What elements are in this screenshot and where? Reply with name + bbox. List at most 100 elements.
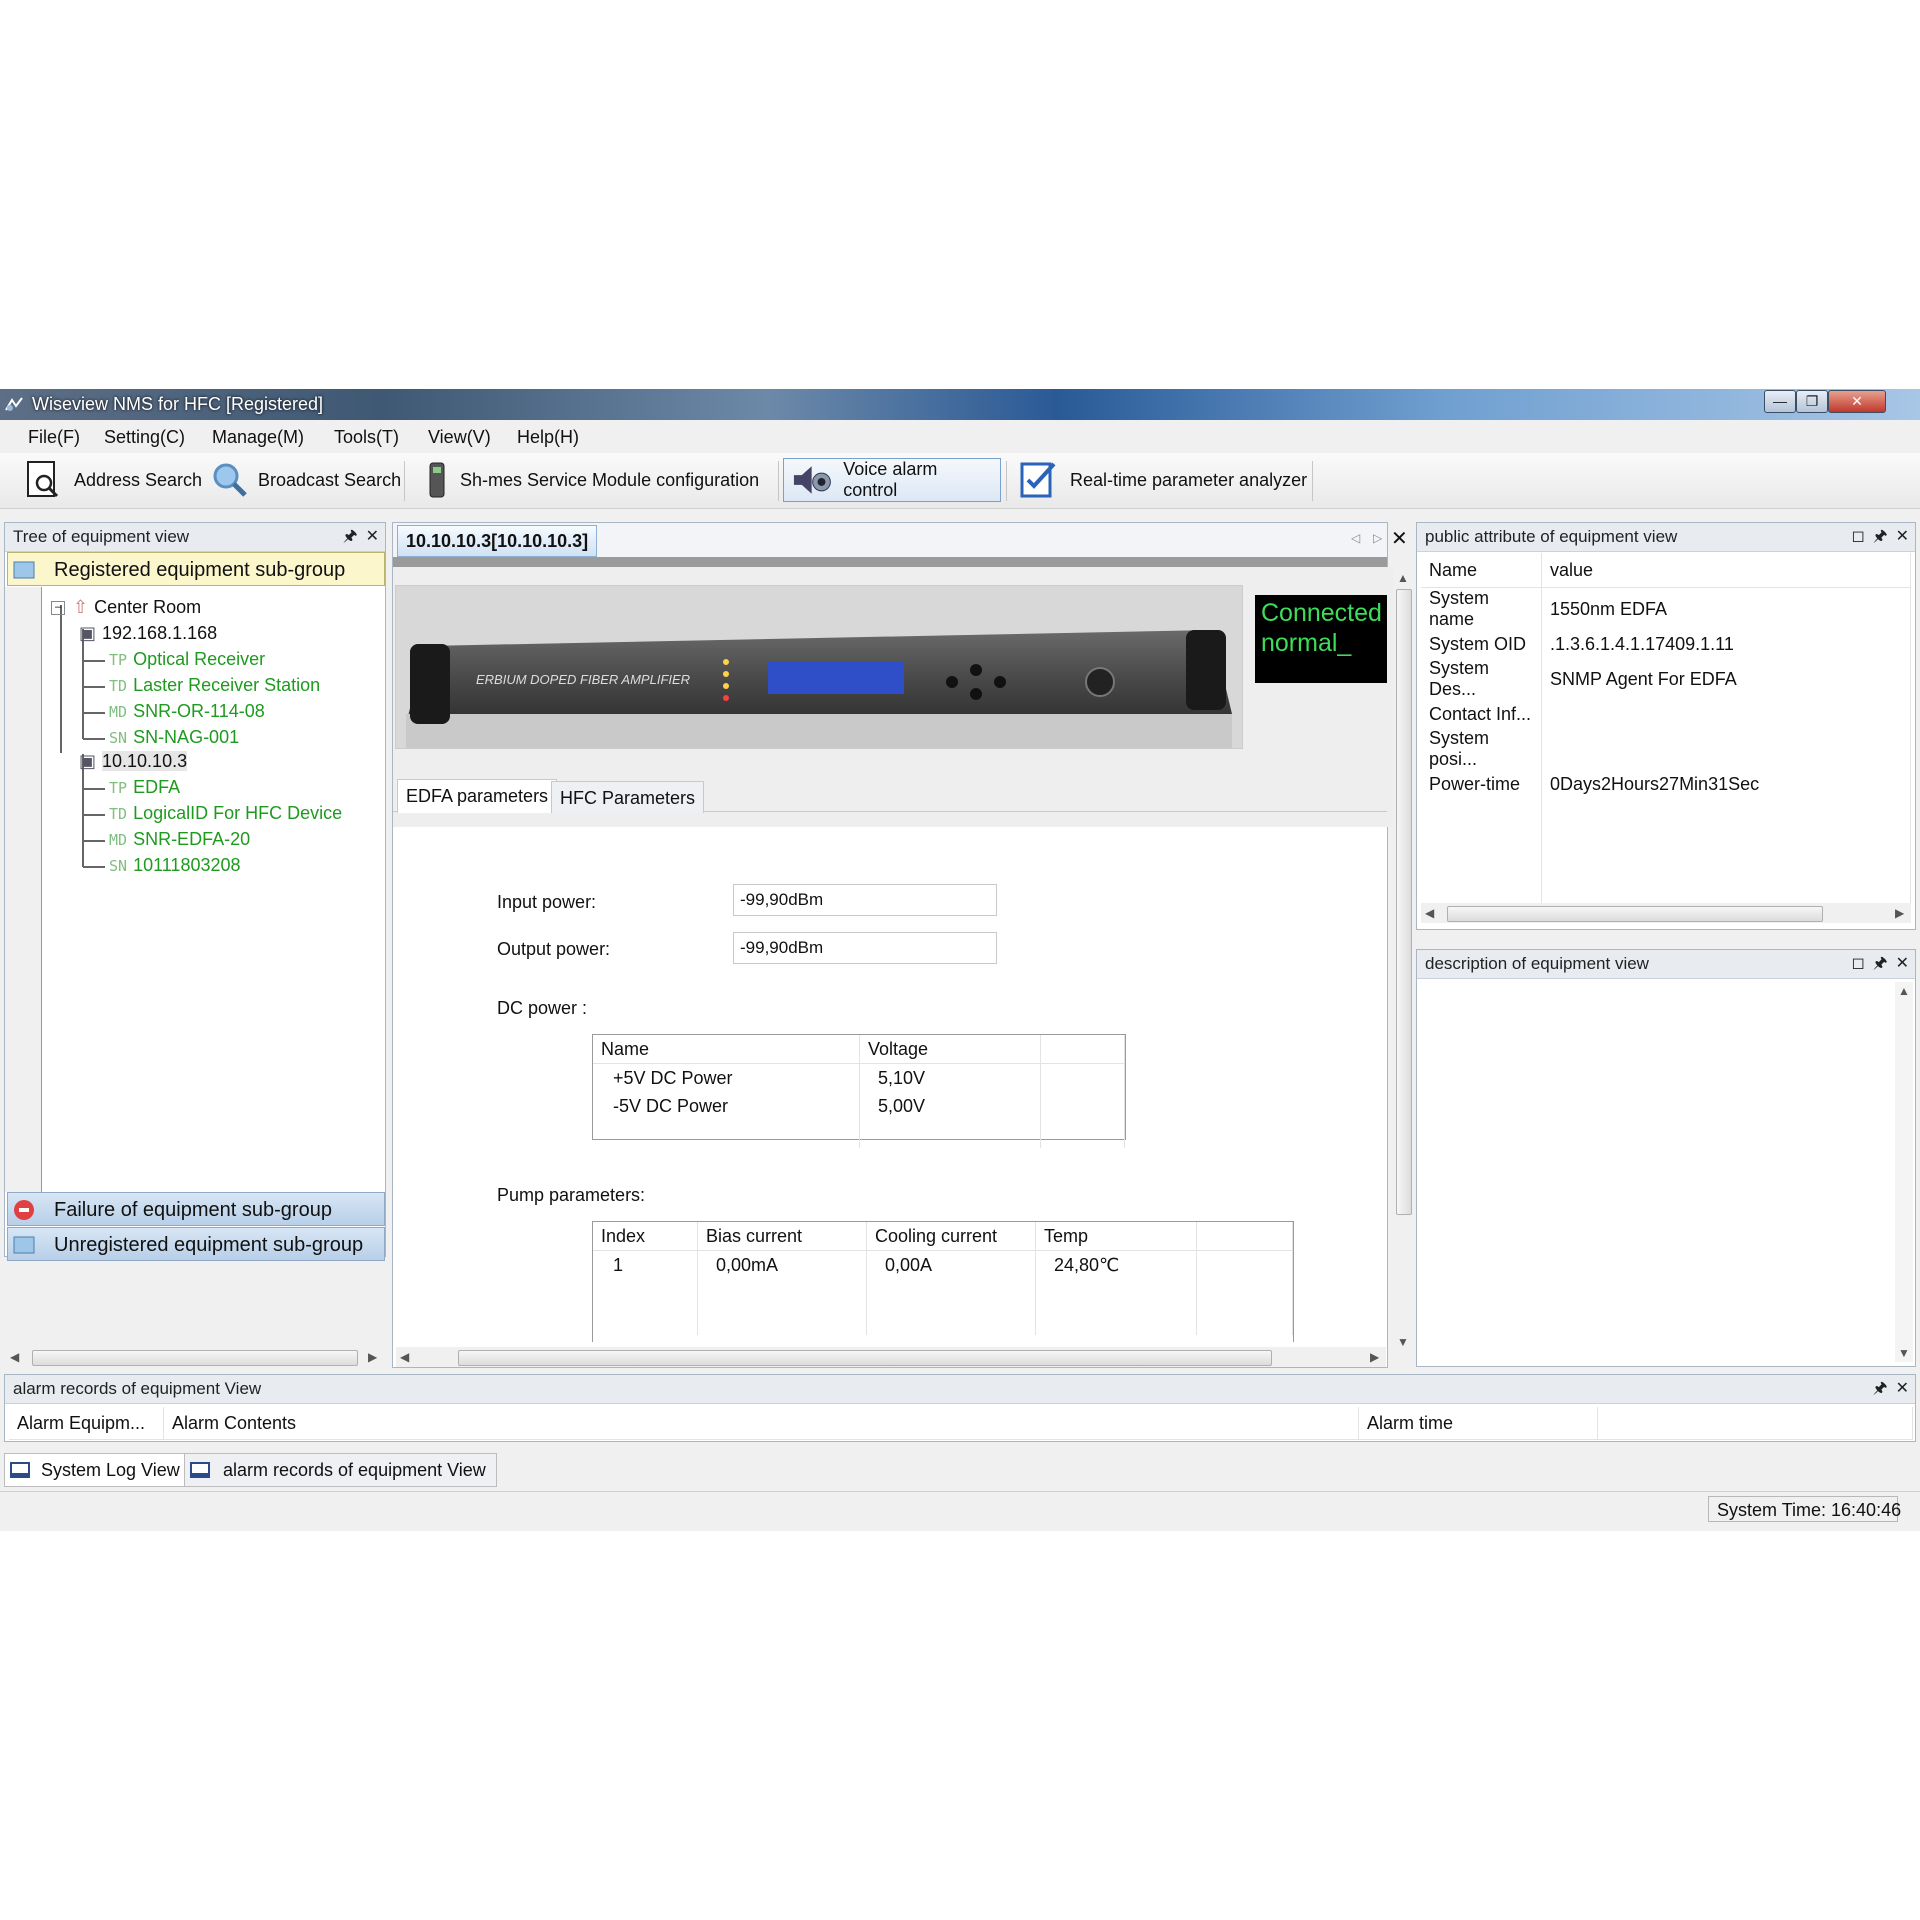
status-line-2: normal_ (1261, 629, 1352, 657)
address-search-button[interactable]: Address Search (24, 458, 202, 502)
tree-panel: Tree of equipment view 🖈 ✕ Registered equ… (4, 522, 386, 1261)
tree-item[interactable]: TP EDFA (109, 777, 180, 798)
menu-tools[interactable]: Tools(T) (334, 427, 399, 448)
scroll-thumb[interactable] (1447, 906, 1823, 922)
scroll-thumb[interactable] (458, 1350, 1272, 1366)
table-row[interactable]: System name 1550nm EDFA (1421, 587, 1911, 630)
close-icon[interactable]: ✕ (366, 528, 379, 545)
realtime-analyzer-button[interactable]: Real-time parameter analyzer (1016, 458, 1307, 502)
table-row[interactable]: +5V DC Power 5,10V (593, 1063, 1125, 1092)
tree-item[interactable]: MD SNR-OR-114-08 (109, 701, 265, 722)
tree-host-2[interactable]: ▣ 10.10.10.3 (79, 751, 188, 772)
scroll-left-icon[interactable]: ◀ (400, 1350, 409, 1364)
desc-vertical-scrollbar[interactable]: ▲ ▼ (1895, 982, 1913, 1362)
tab-alarm-records[interactable]: alarm records of equipment View (184, 1453, 497, 1487)
tree-item[interactable]: MD SNR-EDFA-20 (109, 829, 250, 850)
shmes-config-button[interactable]: Sh-mes Service Module configuration (422, 458, 759, 502)
table-row[interactable]: Power-time 0Days2Hours27Min31Sec (1421, 770, 1911, 798)
tab-edfa-parameters[interactable]: EDFA parameters (397, 779, 558, 813)
error-icon (14, 1200, 34, 1220)
input-power-label: Input power: (497, 892, 597, 912)
voice-alarm-button[interactable]: Voice alarm control (783, 458, 1001, 502)
table-row[interactable]: -5V DC Power 5,00V (593, 1092, 1125, 1120)
menu-manage[interactable]: Manage(M) (212, 427, 304, 448)
input-power-field[interactable]: -99,90dBm (733, 884, 997, 916)
group-icon (13, 561, 35, 579)
scroll-up-icon[interactable]: ▲ (1898, 984, 1910, 998)
module-icon (429, 462, 445, 498)
tab-next-icon[interactable]: ▷ (1373, 531, 1382, 545)
table-row[interactable]: System Des... SNMP Agent For EDFA (1421, 658, 1911, 700)
failure-group-header[interactable]: Failure of equipment sub-group (7, 1192, 385, 1226)
pin-icon[interactable]: 🖈 (1873, 528, 1888, 545)
tab-prev-icon[interactable]: ◁ (1351, 531, 1360, 545)
registered-group-header[interactable]: Registered equipment sub-group (7, 552, 385, 586)
alarm-table: Alarm Equipm... Alarm Contents Alarm tim… (9, 1407, 1913, 1440)
menu-view[interactable]: View(V) (428, 427, 491, 448)
tree-item[interactable]: TD Laster Receiver Station (109, 675, 320, 696)
checklist-icon (1020, 462, 1056, 498)
table-row[interactable]: 1 0,00mA 0,00A 24,80℃ (593, 1250, 1293, 1279)
tab-close-icon[interactable]: ✕ (1391, 526, 1408, 551)
pin-icon[interactable]: 🖈 (1873, 955, 1888, 972)
restore-icon[interactable]: ◻ (1852, 528, 1865, 545)
dc-power-table: Name Voltage +5V DC Power 5,10V -5V DC Po… (592, 1034, 1126, 1148)
table-row[interactable]: System posi... (1421, 728, 1911, 770)
output-power-field[interactable]: -99,90dBm (733, 932, 997, 964)
maximize-button[interactable]: ❐ (1796, 390, 1828, 413)
scroll-right-icon[interactable]: ▶ (368, 1350, 377, 1364)
scroll-left-icon[interactable]: ◀ (10, 1350, 19, 1364)
group-icon (13, 1236, 35, 1254)
menu-file[interactable]: File(F) (28, 427, 80, 448)
scroll-right-icon[interactable]: ▶ (1895, 906, 1904, 920)
close-icon[interactable]: ✕ (1896, 1380, 1909, 1397)
close-button[interactable]: ✕ (1828, 390, 1886, 413)
device-vertical-scrollbar[interactable]: ▲ ▼ (1393, 567, 1413, 1353)
tab-hfc-parameters[interactable]: HFC Parameters (551, 781, 705, 813)
description-panel: description of equipment view ◻ 🖈 ✕ ▲ ▼ (1416, 949, 1916, 1367)
scroll-down-icon[interactable]: ▼ (1898, 1346, 1910, 1360)
table-row[interactable]: System OID .1.3.6.1.4.1.17409.1.11 (1421, 630, 1911, 658)
restore-icon[interactable]: ◻ (1852, 955, 1865, 972)
unregistered-group-header[interactable]: Unregistered equipment sub-group (7, 1227, 385, 1261)
scroll-down-icon[interactable]: ▼ (1397, 1335, 1409, 1349)
menu-setting[interactable]: Setting(C) (104, 427, 185, 448)
menu-help[interactable]: Help(H) (517, 427, 579, 448)
minimize-button[interactable]: — (1764, 390, 1796, 413)
scroll-thumb[interactable] (32, 1350, 358, 1366)
tree-item[interactable]: SN 10111803208 (109, 855, 241, 876)
table-row[interactable]: Contact Inf... (1421, 700, 1911, 728)
attr-horizontal-scrollbar[interactable]: ◀ ▶ (1421, 903, 1911, 923)
scroll-right-icon[interactable]: ▶ (1370, 1350, 1379, 1364)
window-title: Wiseview NMS for HFC [Registered] (32, 394, 324, 414)
pin-icon[interactable]: 🖈 (343, 528, 358, 545)
window-icon (10, 1462, 30, 1478)
tree-horizontal-scrollbar[interactable]: ◀ ▶ (4, 1347, 386, 1367)
close-icon[interactable]: ✕ (1896, 955, 1909, 972)
toolbar-separator (404, 461, 405, 501)
tree-item[interactable]: TD LogicalID For HFC Device (109, 803, 342, 824)
alarm-header-contents[interactable]: Alarm Contents (163, 1407, 1359, 1440)
tab-system-log[interactable]: System Log View (4, 1453, 189, 1487)
attr-header-value: value (1541, 553, 1911, 588)
document-search-icon (27, 461, 59, 498)
scroll-up-icon[interactable]: ▲ (1397, 571, 1409, 585)
tree-root[interactable]: – ⇧ Center Room (51, 597, 201, 618)
device-horizontal-scrollbar[interactable]: ◀ ▶ (396, 1347, 1386, 1367)
device-tab[interactable]: 10.10.10.3[10.10.10.3] (397, 525, 598, 557)
scroll-left-icon[interactable]: ◀ (1425, 906, 1434, 920)
toolbar-separator (778, 461, 779, 501)
broadcast-search-button[interactable]: Broadcast Search (210, 458, 401, 502)
pin-icon[interactable]: 🖈 (1873, 1380, 1888, 1397)
close-icon[interactable]: ✕ (1896, 528, 1909, 545)
device-icon: ▣ (79, 751, 97, 771)
status-bar: System Time: 16:40:46 (0, 1491, 1920, 1526)
collapse-icon[interactable]: – (51, 601, 65, 616)
tree-item[interactable]: TP Optical Receiver (109, 649, 265, 670)
alarm-header-time[interactable]: Alarm time (1358, 1407, 1598, 1440)
tree-item[interactable]: SN SN-NAG-001 (109, 727, 239, 748)
alarm-header-equipment[interactable]: Alarm Equipm... (9, 1407, 164, 1440)
scroll-thumb[interactable] (1396, 589, 1412, 1215)
status-line-1: Connected (1261, 599, 1382, 627)
tree-host-1[interactable]: ▣ 192.168.1.168 (79, 623, 217, 644)
